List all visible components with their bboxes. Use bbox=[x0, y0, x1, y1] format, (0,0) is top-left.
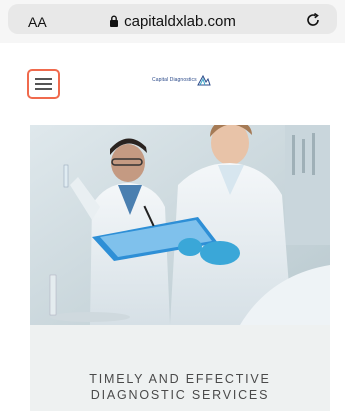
hamburger-menu-icon bbox=[35, 78, 52, 90]
site-header: Capital Diagnostics bbox=[0, 43, 345, 125]
url-label: capitaldxlab.com bbox=[124, 13, 236, 30]
tagline-section: TIMELY AND EFFECTIVE DIAGNOSTIC SERVICES bbox=[30, 325, 330, 411]
reload-icon[interactable] bbox=[305, 12, 321, 33]
url-field[interactable]: AA capitaldxlab.com bbox=[8, 4, 337, 34]
hero-image bbox=[30, 125, 330, 325]
logo-text: Capital Diagnostics bbox=[152, 77, 197, 83]
lock-icon bbox=[110, 15, 119, 27]
browser-address-bar: AA capitaldxlab.com bbox=[0, 0, 345, 43]
site-logo[interactable]: Capital Diagnostics bbox=[152, 74, 211, 86]
hamburger-menu-button[interactable] bbox=[27, 69, 60, 99]
tagline-heading: TIMELY AND EFFECTIVE DIAGNOSTIC SERVICES bbox=[30, 371, 330, 403]
tagline-line-1: TIMELY AND EFFECTIVE bbox=[89, 372, 271, 386]
lab-scientists-photo bbox=[30, 125, 330, 325]
url-text[interactable]: capitaldxlab.com bbox=[8, 13, 337, 30]
tagline-line-2: DIAGNOSTIC SERVICES bbox=[90, 388, 270, 402]
logo-mark-icon bbox=[196, 74, 211, 86]
